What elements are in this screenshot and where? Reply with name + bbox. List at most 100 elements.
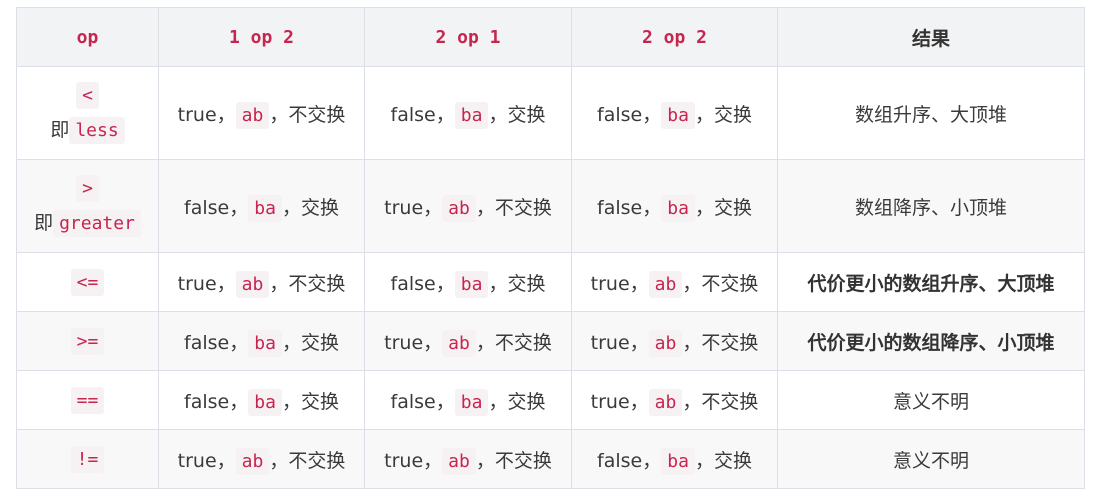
action-text: ，交换: [488, 390, 546, 413]
order-code: ba: [454, 101, 489, 129]
op-cell: >=: [16, 311, 159, 371]
header-2-op-2: 2 op 2: [571, 7, 778, 67]
action-text: ，交换: [488, 103, 546, 126]
action-text: ，交换: [281, 390, 339, 413]
bool-text: false，: [597, 449, 662, 472]
bool-text: true，: [384, 331, 443, 354]
cell-2-op-1: false， ba ，交换: [364, 66, 572, 160]
action-text: ，交换: [694, 449, 752, 472]
cell-1-op-2: false， ba ，交换: [158, 311, 365, 371]
op-cell: ==: [16, 370, 159, 430]
cell-2-op-2: false， ba ，交换: [571, 66, 778, 160]
bool-text: true，: [590, 331, 649, 354]
table-row: == false， ba ，交换 false， ba ，交换 true， ab ，不交换 意…: [16, 370, 1085, 430]
cell-2-op-2: true， ab ，不交换: [571, 370, 778, 430]
cell-2-op-2: false， ba ，交换: [571, 429, 778, 489]
order-code: ab: [235, 270, 270, 298]
header-1-op-2-code: 1 op 2: [228, 27, 295, 48]
op-alias: less: [69, 117, 125, 144]
comparison-table-container: op 1 op 2 2 op 1 2 op 2 结果 < 即 less true，…: [16, 7, 1085, 489]
header-result: 结果: [777, 7, 1085, 67]
cell-2-op-1: false， ba ，交换: [364, 252, 572, 312]
op-cell: < 即 less: [16, 66, 159, 160]
cell-1-op-2: true， ab ，不交换: [158, 252, 365, 312]
bool-text: false，: [184, 390, 249, 413]
action-text: ，不交换: [475, 331, 552, 354]
order-code: ab: [442, 194, 476, 222]
op-prefix: 即: [34, 212, 54, 234]
bool-text: true，: [590, 390, 649, 413]
action-text: ，不交换: [269, 449, 346, 472]
cell-2-op-2: true， ab ，不交换: [571, 252, 778, 312]
cell-2-op-2: false， ba ，交换: [571, 159, 778, 253]
cell-1-op-2: false， ba ，交换: [158, 370, 365, 430]
bool-text: true，: [384, 449, 443, 472]
table-row: != true， ab ，不交换 true， ab ，不交换 false， ba ，交换 意…: [16, 429, 1085, 489]
bool-text: false，: [597, 196, 662, 219]
order-code: ba: [454, 270, 489, 298]
op-alias: greater: [53, 210, 141, 237]
bool-text: false，: [390, 103, 455, 126]
table-row: > 即 greater false， ba ，交换 true， ab ，不交换 false…: [16, 159, 1085, 253]
op-prefix: 即: [50, 119, 70, 141]
op-code: <=: [70, 269, 105, 296]
bool-text: false，: [390, 272, 455, 295]
order-code: ab: [648, 329, 683, 357]
op-code: >=: [70, 328, 105, 355]
action-text: ，不交换: [682, 390, 759, 413]
cell-1-op-2: false， ba ，交换: [158, 159, 365, 253]
order-code: ba: [661, 447, 695, 475]
cell-1-op-2: true， ab ，不交换: [158, 429, 365, 489]
table-row: >= false， ba ，交换 true， ab ，不交换 true， ab ，不交换 代…: [16, 311, 1085, 371]
header-2-op-1: 2 op 1: [364, 7, 572, 67]
op-code: ==: [70, 387, 105, 414]
result-cell: 代价更小的数组升序、大顶堆: [777, 252, 1085, 312]
action-text: ，交换: [694, 196, 752, 219]
action-text: ，不交换: [682, 272, 759, 295]
action-text: ，交换: [281, 331, 339, 354]
bool-text: true，: [177, 272, 236, 295]
action-text: ，不交换: [269, 272, 346, 295]
bool-text: true，: [177, 449, 236, 472]
bool-text: false，: [184, 196, 249, 219]
action-text: ，不交换: [475, 449, 552, 472]
op-cell: !=: [16, 429, 159, 489]
cell-2-op-1: true， ab ，不交换: [364, 159, 572, 253]
order-code: ab: [235, 447, 270, 475]
op-code: <: [76, 82, 99, 109]
order-code: ab: [442, 329, 476, 357]
order-code: ba: [661, 194, 695, 222]
table-row: < 即 less true， ab ，不交换 false， ba ，交换 false， ba…: [16, 66, 1085, 160]
comparison-table: op 1 op 2 2 op 1 2 op 2 结果 < 即 less true，…: [16, 7, 1085, 489]
order-code: ba: [248, 329, 282, 357]
result-cell: 数组降序、小顶堆: [777, 159, 1085, 253]
bool-text: false，: [390, 390, 455, 413]
order-code: ab: [648, 270, 683, 298]
bool-text: true，: [590, 272, 649, 295]
table-row: <= true， ab ，不交换 false， ba ，交换 true， ab ，不交换 代…: [16, 252, 1085, 312]
order-code: ab: [442, 447, 476, 475]
order-code: ba: [248, 388, 282, 416]
action-text: ，不交换: [682, 331, 759, 354]
bool-text: true，: [177, 103, 236, 126]
bool-text: false，: [184, 331, 249, 354]
header-row: op 1 op 2 2 op 1 2 op 2 结果: [16, 7, 1085, 67]
bool-text: false，: [597, 103, 662, 126]
action-text: ，不交换: [475, 196, 552, 219]
bool-text: true，: [384, 196, 443, 219]
order-code: ab: [235, 101, 270, 129]
result-cell: 意义不明: [777, 370, 1085, 430]
action-text: ，交换: [488, 272, 546, 295]
cell-2-op-1: false， ba ，交换: [364, 370, 572, 430]
op-cell: > 即 greater: [16, 159, 159, 253]
result-cell: 意义不明: [777, 429, 1085, 489]
cell-2-op-1: true， ab ，不交换: [364, 311, 572, 371]
action-text: ，不交换: [269, 103, 346, 126]
op-code: >: [76, 175, 99, 202]
result-cell: 代价更小的数组降序、小顶堆: [777, 311, 1085, 371]
action-text: ，交换: [281, 196, 339, 219]
header-op: op: [16, 7, 159, 67]
order-code: ba: [454, 388, 489, 416]
op-cell: <=: [16, 252, 159, 312]
order-code: ba: [661, 101, 695, 129]
